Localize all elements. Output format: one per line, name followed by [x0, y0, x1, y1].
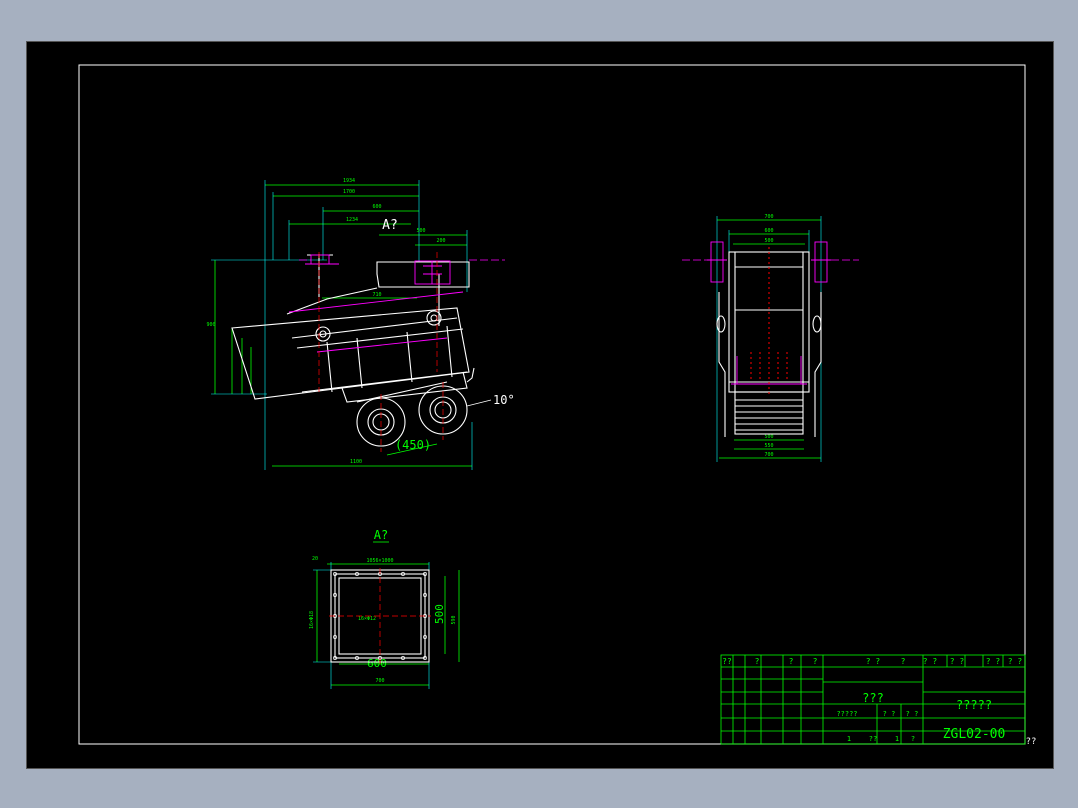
front-view-body	[716, 251, 822, 437]
side-view: 1934 1700 600 1234 500 200 710 1100 900 …	[206, 178, 515, 470]
cad-drawing: 1934 1700 600 1234 500 200 710 1100 900 …	[78, 64, 1037, 747]
sheet-mark: ??	[1026, 737, 1037, 747]
svg-text:? ?: ? ?	[986, 657, 1001, 666]
offset-label: (450)	[395, 438, 431, 452]
svg-text:?: ?	[911, 735, 915, 743]
svg-text:16×Φ12: 16×Φ12	[358, 616, 376, 622]
title-block-bottom-row: 1 ?? 1 ?	[847, 735, 915, 743]
svg-text:700: 700	[764, 214, 773, 220]
svg-text:1234: 1234	[346, 217, 358, 223]
section-label: A?	[382, 218, 398, 233]
drawing-number: ZGL02-00	[943, 727, 1006, 742]
svg-text:? ?: ? ?	[906, 710, 919, 718]
drawing-name: ???	[862, 691, 884, 705]
side-view-body	[231, 254, 475, 403]
front-view-centerlines	[750, 247, 788, 394]
svg-text:1700: 1700	[343, 189, 355, 195]
title-block-header: ?? ? ? ? ? ? ? ? ? ? ? ? ? ? ?	[722, 657, 1022, 666]
svg-text:??: ??	[869, 735, 877, 743]
svg-text:550: 550	[764, 443, 773, 449]
svg-text:??: ??	[722, 657, 732, 666]
svg-text:? ?: ? ?	[866, 657, 881, 666]
title-block: ?? ? ? ? ? ? ? ? ? ? ? ? ? ? ? ??? ?????…	[720, 654, 1037, 747]
svg-text:710: 710	[372, 292, 381, 298]
svg-text:200: 200	[436, 238, 445, 244]
svg-text:1100: 1100	[350, 459, 362, 465]
svg-text:500: 500	[764, 434, 773, 440]
svg-text:500: 500	[416, 228, 425, 234]
angle-label: 10°	[493, 393, 515, 407]
svg-text:700: 700	[375, 678, 384, 684]
svg-text:600: 600	[764, 228, 773, 234]
side-view-centerlines	[318, 252, 444, 452]
side-view-wheels	[356, 381, 468, 447]
svg-text:500: 500	[764, 238, 773, 244]
detail-height: 500	[433, 604, 446, 624]
company-name: ?????	[956, 698, 992, 712]
svg-text:600: 600	[372, 204, 381, 210]
svg-text:900: 900	[206, 322, 215, 328]
svg-text:1934: 1934	[343, 178, 355, 184]
svg-text:? ?: ? ?	[1008, 657, 1023, 666]
svg-text:590: 590	[451, 615, 457, 624]
svg-text:700: 700	[764, 452, 773, 458]
detail-label: A?	[374, 528, 388, 542]
svg-text:?: ?	[813, 657, 818, 666]
svg-text:20: 20	[312, 556, 318, 562]
svg-text:?????: ?????	[836, 710, 857, 718]
svg-text:1: 1	[895, 735, 899, 743]
svg-text:1: 1	[847, 735, 851, 743]
svg-text:? ?: ? ?	[923, 657, 938, 666]
svg-text:? ?: ? ?	[950, 657, 965, 666]
svg-text:?: ?	[789, 657, 794, 666]
detail-centerlines	[329, 568, 431, 664]
svg-text:? ?: ? ?	[883, 710, 896, 718]
svg-text:16×Φ18: 16×Φ18	[309, 611, 315, 629]
front-view: 700 600 500 500 550 700	[682, 214, 859, 462]
svg-text:?: ?	[755, 657, 760, 666]
svg-text:1056×1000: 1056×1000	[366, 558, 393, 564]
detail-view: A? 1056×1000 20 700 16×Φ18 590 16×Φ12 60…	[309, 528, 460, 689]
detail-width: 600	[367, 657, 387, 670]
svg-text:?: ?	[901, 657, 906, 666]
inner-border	[78, 64, 1026, 745]
drawing-sheet: 1934 1700 600 1234 500 200 710 1100 900 …	[26, 41, 1054, 769]
